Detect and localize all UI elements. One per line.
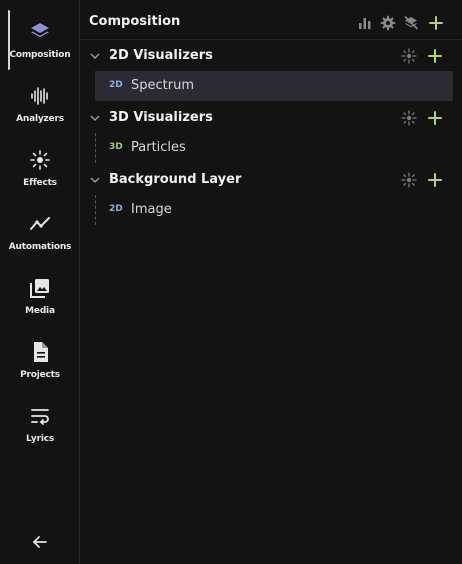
- group-title: 2D Visualizers: [109, 48, 213, 63]
- list-item-particles[interactable]: 3D Particles: [95, 133, 453, 163]
- sidebar-item-label: Composition: [9, 50, 71, 60]
- page-title: Composition: [89, 14, 181, 29]
- sidebar-item-media[interactable]: Media: [0, 266, 80, 326]
- group-2d-visualizers[interactable]: 2D Visualizers: [81, 41, 462, 71]
- panel-header: Composition: [81, 0, 462, 40]
- sidebar-item-effects[interactable]: Effects: [0, 138, 80, 198]
- add-item-plus-icon[interactable]: [427, 110, 443, 126]
- sidebar-item-label: Projects: [20, 370, 60, 380]
- item-label: Particles: [131, 140, 186, 155]
- composition-panel: Composition 2D Visualizers 2D Spectrum 3…: [81, 0, 462, 564]
- gear-icon[interactable]: [380, 15, 396, 31]
- app-window: Composition Analyzers Effects Automation…: [0, 0, 462, 564]
- chevron-down-icon[interactable]: [89, 112, 101, 124]
- sidebar: Composition Analyzers Effects Automation…: [0, 0, 80, 564]
- sidebar-item-label: Analyzers: [16, 114, 64, 124]
- sidebar-item-label: Effects: [23, 178, 57, 188]
- sidebar-item-analyzers[interactable]: Analyzers: [0, 74, 80, 134]
- arrow-left-icon[interactable]: [30, 532, 50, 552]
- sparkle-icon: [30, 150, 50, 170]
- plus-icon[interactable]: [428, 15, 444, 31]
- sidebar-item-label: Lyrics: [25, 434, 54, 444]
- sidebar-item-lyrics[interactable]: Lyrics: [0, 394, 80, 454]
- sidebar-item-label: Automations: [8, 242, 72, 252]
- add-item-plus-icon[interactable]: [427, 48, 443, 64]
- list-item-image[interactable]: 2D Image: [95, 195, 453, 225]
- trend-line-icon: [30, 217, 50, 230]
- layers-off-icon[interactable]: [403, 15, 419, 31]
- group-background-layer[interactable]: Background Layer: [81, 165, 462, 195]
- list-item-spectrum[interactable]: 2D Spectrum: [95, 71, 453, 101]
- type-badge: 2D: [109, 80, 123, 90]
- layers-icon: [31, 23, 49, 38]
- chevron-down-icon[interactable]: [89, 174, 101, 186]
- sidebar-item-projects[interactable]: Projects: [0, 330, 80, 390]
- photo-library-icon: [30, 279, 49, 298]
- sidebar-item-automations[interactable]: Automations: [0, 202, 80, 262]
- chevron-down-icon[interactable]: [89, 50, 101, 62]
- item-label: Image: [131, 202, 172, 217]
- group-title: Background Layer: [109, 172, 242, 187]
- bar-chart-icon[interactable]: [357, 15, 373, 31]
- crosshair-sparkle-icon[interactable]: [401, 110, 417, 126]
- text-wrap-icon: [31, 409, 49, 425]
- group-title: 3D Visualizers: [109, 110, 213, 125]
- type-badge: 2D: [109, 204, 123, 214]
- group-3d-visualizers[interactable]: 3D Visualizers: [81, 103, 462, 133]
- document-icon: [34, 342, 48, 362]
- type-badge: 3D: [109, 142, 123, 152]
- add-item-plus-icon[interactable]: [427, 172, 443, 188]
- crosshair-sparkle-icon[interactable]: [401, 172, 417, 188]
- sidebar-item-composition[interactable]: Composition: [0, 10, 80, 70]
- sidebar-item-label: Media: [25, 306, 55, 316]
- waveform-icon: [31, 87, 48, 105]
- item-label: Spectrum: [131, 78, 194, 93]
- crosshair-sparkle-icon[interactable]: [401, 48, 417, 64]
